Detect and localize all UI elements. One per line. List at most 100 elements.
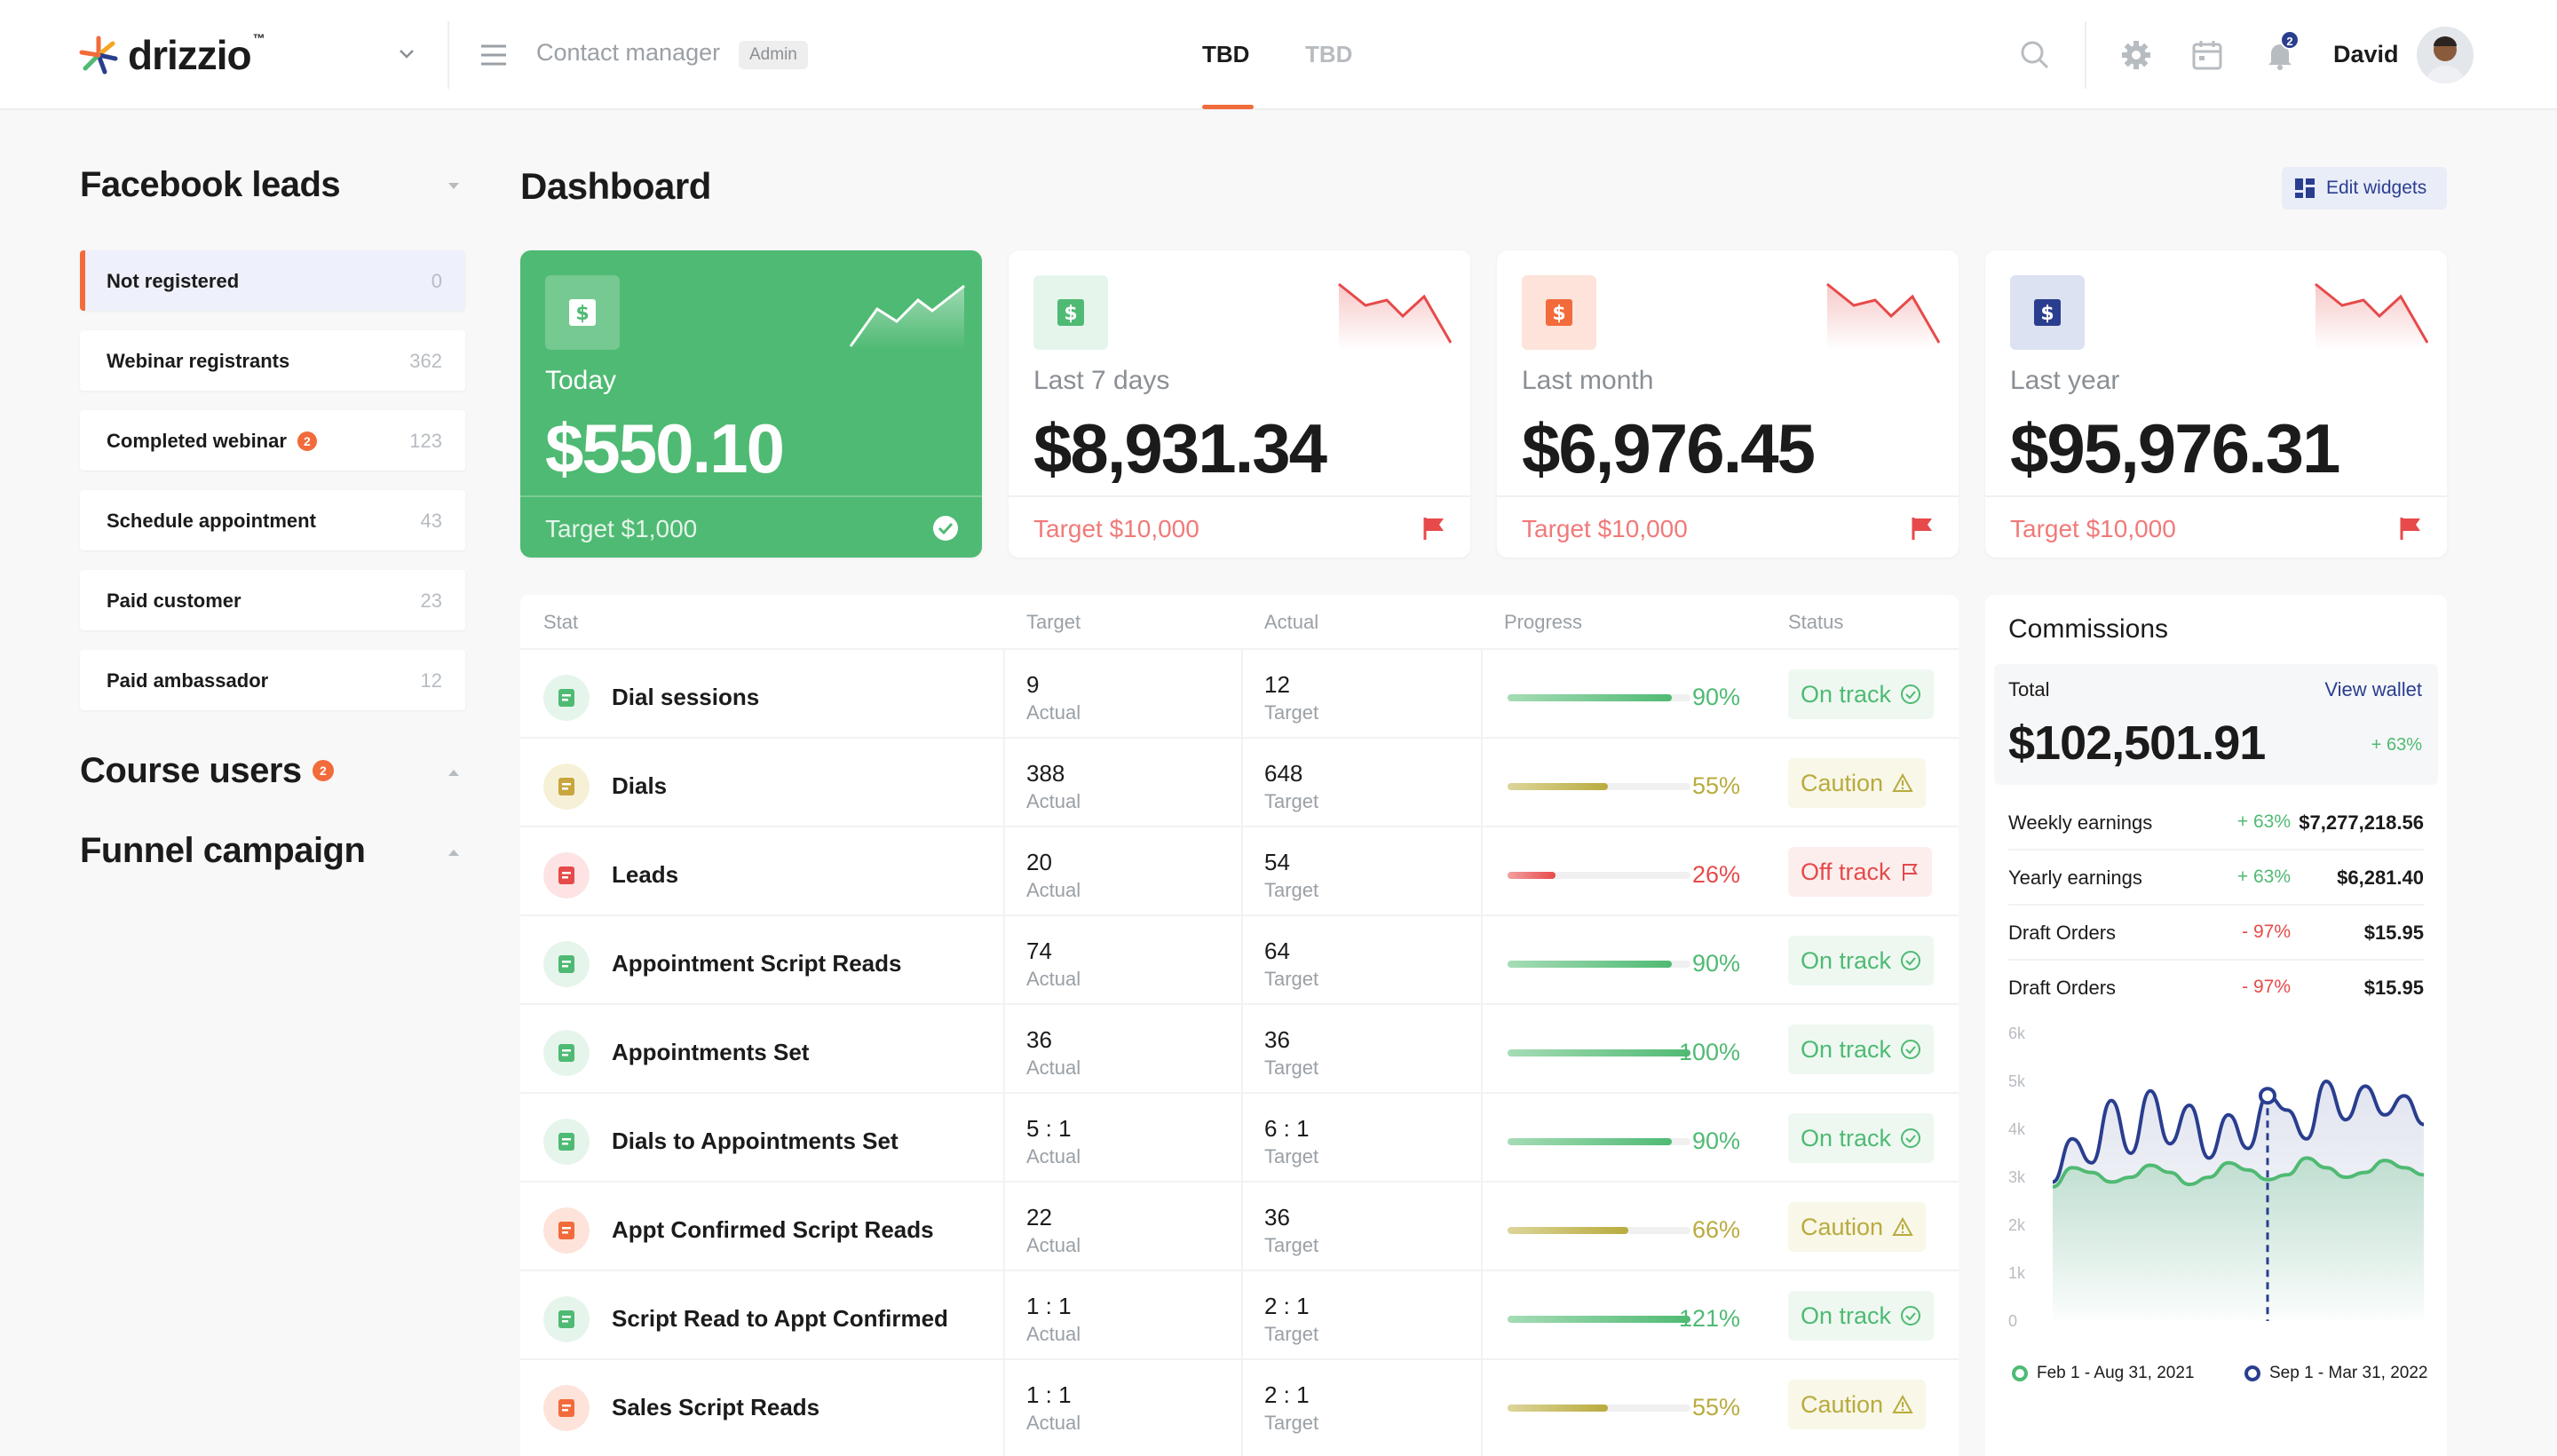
- sidebar-item-badge: 2: [297, 431, 317, 451]
- target-caption: Actual: [1026, 1323, 1081, 1345]
- earnings-row-yearly: Yearly earnings + 63% $6,281.40: [2008, 851, 2424, 906]
- lifebuoy-icon: [543, 852, 590, 898]
- progress-percent: 100%: [1678, 1039, 1740, 1065]
- sidebar-item-paid-ambassador[interactable]: Paid ambassador 12: [80, 650, 465, 710]
- hover-point-marker[interactable]: [2259, 1087, 2276, 1105]
- user-name[interactable]: David: [2333, 41, 2399, 68]
- chevron-down-icon[interactable]: [396, 43, 417, 64]
- table-row[interactable]: Leads 20 Actual 54 Target 26% Off track: [520, 826, 1959, 914]
- progress-bar-fill: [1508, 961, 1673, 968]
- column-header-stat[interactable]: Stat: [543, 611, 578, 634]
- tab-secondary[interactable]: TBD: [1305, 41, 1352, 68]
- caret-up-icon[interactable]: [444, 843, 463, 863]
- edit-widgets-button[interactable]: Edit widgets: [2282, 167, 2447, 210]
- status-badge[interactable]: On track: [1788, 1113, 1935, 1163]
- status-label: Off track: [1801, 858, 1891, 885]
- earnings-value: $6,281.40: [2337, 866, 2424, 889]
- legend-series-1[interactable]: Feb 1 - Aug 31, 2021: [2012, 1364, 2194, 1383]
- sparkline-up-icon: [849, 284, 965, 350]
- sidebar-item-webinar-registrants[interactable]: Webinar registrants 362: [80, 330, 465, 391]
- sidebar-item-count: 362: [409, 350, 442, 372]
- table-row[interactable]: Dial sessions 9 Actual 12 Target 90% On track: [520, 648, 1959, 737]
- target-caption: Actual: [1026, 701, 1081, 724]
- flag-outline-icon: [1902, 864, 1918, 881]
- search-icon[interactable]: [2017, 37, 2053, 73]
- caret-down-icon[interactable]: [444, 176, 463, 195]
- hamburger-menu-icon[interactable]: [478, 39, 510, 71]
- status-badge[interactable]: On track: [1788, 1291, 1935, 1341]
- table-row[interactable]: Dials 388 Actual 648 Target 55% Caution: [520, 737, 1959, 826]
- sidebar-item-count: 43: [420, 510, 442, 532]
- kpi-target: Target $1,000: [545, 515, 698, 542]
- sidebar-item-paid-customer[interactable]: Paid customer 23: [80, 570, 465, 630]
- kpi-value: $550.10: [545, 409, 785, 487]
- stat-name: Dials to Appointments Set: [612, 1128, 899, 1154]
- sidebar-item-completed-webinar[interactable]: Completed webinar 2 123: [80, 410, 465, 471]
- legend-series-2[interactable]: Sep 1 - Mar 31, 2022: [2244, 1364, 2428, 1383]
- sidebar-item-label: Paid ambassador: [107, 669, 269, 692]
- sidebar-section-course-users[interactable]: Course users 2: [80, 751, 334, 791]
- tab-primary[interactable]: TBD: [1202, 41, 1249, 68]
- svg-text:$: $: [2040, 303, 2054, 325]
- kpi-card-last-month[interactable]: $ Last month $6,976.45 Target $10,000: [1497, 250, 1959, 558]
- header-divider: [447, 21, 449, 89]
- table-row[interactable]: Appointment Script Reads 74 Actual 64 Target…: [520, 914, 1959, 1003]
- progress-bar-fill: [1508, 872, 1556, 879]
- gear-icon[interactable]: [2118, 37, 2154, 73]
- sidebar-section-facebook-leads[interactable]: Facebook leads: [80, 165, 341, 205]
- brand-logo[interactable]: drizzio ™: [78, 30, 265, 80]
- kpi-card-last-year[interactable]: $ Last year $95,976.31 Target $10,000: [1985, 250, 2447, 558]
- status-badge[interactable]: On track: [1788, 936, 1935, 985]
- status-badge[interactable]: On track: [1788, 1025, 1935, 1074]
- commissions-chart[interactable]: [2047, 1033, 2429, 1321]
- table-row[interactable]: Appointments Set 36 Actual 36 Target 100% On t…: [520, 1003, 1959, 1092]
- sidebar-item-not-registered[interactable]: Not registered 0: [80, 250, 465, 311]
- actual-caption: Target: [1264, 968, 1319, 990]
- actual-caption: Target: [1264, 790, 1319, 812]
- table-row[interactable]: Script Read to Appt Confirmed 1 : 1 Actual…: [520, 1270, 1959, 1358]
- table-row[interactable]: Sales Script Reads 1 : 1 Actual 2 : 1 Target…: [520, 1358, 1959, 1447]
- sidebar-item-label: Not registered: [107, 270, 240, 292]
- status-badge[interactable]: Caution: [1788, 758, 1927, 808]
- table-row[interactable]: Dials to Appointments Set 5 : 1 Actual 6 : …: [520, 1092, 1959, 1181]
- sidebar-item-schedule-appointment[interactable]: Schedule appointment 43: [80, 490, 465, 550]
- kpi-footer: Target $10,000: [1009, 495, 1470, 558]
- notification-badge: 2: [2280, 30, 2300, 50]
- caret-up-icon[interactable]: [444, 764, 463, 783]
- check-circle-icon: [1901, 1306, 1921, 1325]
- top-header: drizzio ™ Contact manager Admin TBD TBD 2…: [0, 0, 2557, 110]
- column-header-target[interactable]: Target: [1026, 611, 1081, 634]
- sidebar-item-count: 12: [420, 669, 442, 692]
- commission-total: Total View wallet $102,501.91 + 63%: [1994, 664, 2438, 785]
- kpi-value: $95,976.31: [2010, 409, 2340, 487]
- status-badge[interactable]: On track: [1788, 669, 1935, 719]
- y-tick-label: 1k: [2008, 1264, 2026, 1282]
- earnings-change: + 63%: [2236, 866, 2291, 887]
- kpi-card-today[interactable]: $ Today $550.10 Target $1,000: [520, 250, 982, 558]
- status-badge[interactable]: Caution: [1788, 1202, 1927, 1252]
- calendar-icon[interactable]: [2189, 37, 2225, 73]
- view-wallet-link[interactable]: View wallet: [2324, 678, 2422, 701]
- kpi-card-last-7-days[interactable]: $ Last 7 days $8,931.34 Target $10,000: [1009, 250, 1470, 558]
- calendar-grid-icon: [543, 1119, 590, 1165]
- earnings-label: Draft Orders: [2008, 922, 2117, 944]
- table-row[interactable]: Appt Confirmed Script Reads 22 Actual 36 Tar…: [520, 1181, 1959, 1270]
- status-badge[interactable]: Caution: [1788, 1380, 1927, 1429]
- avatar[interactable]: [2417, 27, 2474, 83]
- sidebar-section-funnel-campaign[interactable]: Funnel campaign: [80, 831, 366, 871]
- target-value: 74: [1026, 938, 1052, 964]
- column-header-status[interactable]: Status: [1788, 611, 1843, 634]
- column-header-progress[interactable]: Progress: [1504, 611, 1582, 634]
- stat-name: Dials: [612, 772, 668, 799]
- status-badge[interactable]: Off track: [1788, 847, 1932, 897]
- earnings-label: Weekly earnings: [2008, 811, 2153, 834]
- actual-caption: Target: [1264, 1323, 1319, 1345]
- progress-bar: [1508, 1405, 1690, 1412]
- svg-text:$: $: [1064, 303, 1077, 325]
- actual-value: 648: [1264, 760, 1303, 787]
- y-tick-label: 2k: [2008, 1216, 2026, 1234]
- stat-name: Appointments Set: [612, 1039, 810, 1065]
- column-header-actual[interactable]: Actual: [1264, 611, 1318, 634]
- progress-bar: [1508, 783, 1690, 790]
- progress-bar: [1508, 961, 1690, 968]
